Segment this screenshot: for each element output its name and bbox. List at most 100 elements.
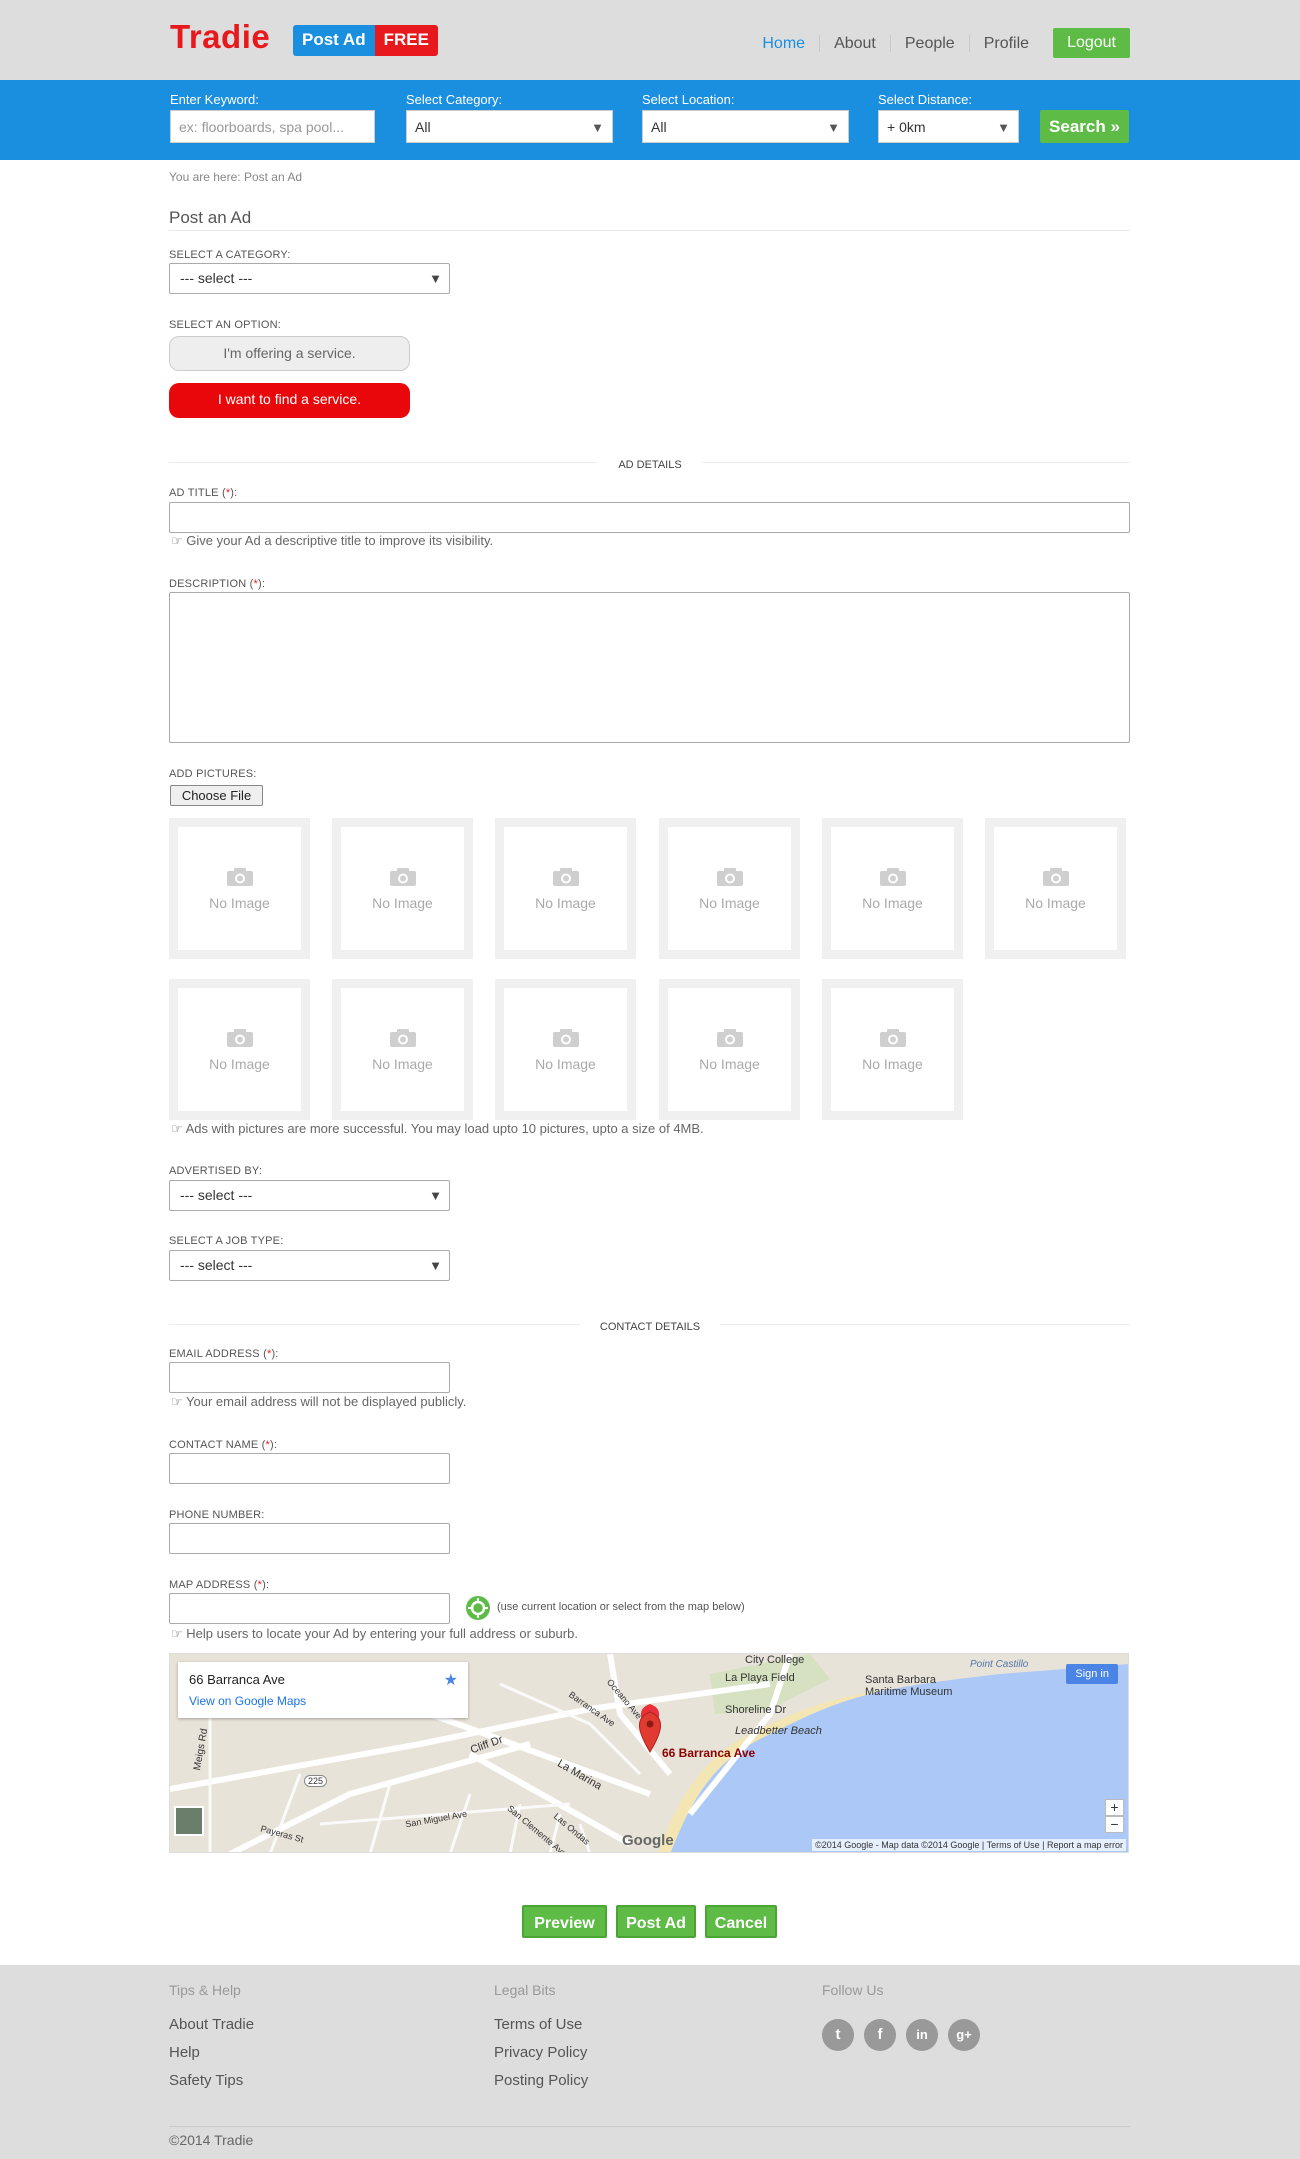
picture-slot[interactable]: No Image	[495, 818, 636, 959]
no-image-label: No Image	[862, 895, 923, 911]
select-option-label: SELECT AN OPTION:	[169, 319, 282, 331]
distance-select-value: + 0km	[887, 119, 926, 135]
picture-slot-inner: No Image	[178, 827, 301, 950]
footer-link-privacy[interactable]: Privacy Policy	[494, 2044, 587, 2061]
picture-slot[interactable]: No Image	[659, 818, 800, 959]
camera-icon	[879, 867, 907, 887]
search-button[interactable]: Search »	[1040, 110, 1129, 143]
no-image-label: No Image	[862, 1056, 923, 1072]
picture-slot[interactable]: No Image	[169, 979, 310, 1120]
hand-point-icon: ☞	[171, 1121, 183, 1136]
picture-slot-inner: No Image	[994, 827, 1117, 950]
post-ad-label: Post Ad	[293, 25, 375, 56]
current-location-icon[interactable]	[465, 1595, 491, 1621]
nav-people[interactable]: People	[891, 34, 970, 52]
label-close: ):	[257, 578, 266, 590]
job-type-label: SELECT A JOB TYPE:	[169, 1235, 284, 1247]
picture-slot-inner: No Image	[831, 827, 954, 950]
location-select[interactable]: All ▼	[642, 110, 849, 143]
zoom-out-button[interactable]: −	[1105, 1816, 1124, 1833]
description-textarea[interactable]	[169, 592, 1130, 743]
map-address-label: MAP ADDRESS (*):	[169, 1579, 269, 1591]
advertised-by-dropdown[interactable]: --- select --- ▼	[169, 1180, 450, 1211]
map-label-leadbetter: Leadbetter Beach	[735, 1725, 822, 1737]
find-service-button[interactable]: I want to find a service.	[169, 383, 410, 418]
picture-slot[interactable]: No Image	[822, 818, 963, 959]
map-address-hint: (use current location or select from the…	[497, 1601, 745, 1613]
picture-slot[interactable]: No Image	[985, 818, 1126, 959]
page-title: Post an Ad	[169, 208, 252, 227]
select-category-label: SELECT A CATEGORY:	[169, 249, 291, 261]
map-route-shield: 225	[304, 1775, 328, 1787]
nav-home[interactable]: Home	[748, 34, 821, 52]
contact-details-heading-wrap: CONTACT DETAILS	[0, 1317, 1300, 1335]
map-address-field[interactable]	[169, 1593, 450, 1624]
distance-select[interactable]: + 0km ▼	[878, 110, 1019, 143]
nav-about[interactable]: About	[820, 34, 891, 52]
footer-link-about[interactable]: About Tradie	[169, 2016, 254, 2033]
footer-link-safety[interactable]: Safety Tips	[169, 2072, 243, 2089]
picture-slot[interactable]: No Image	[169, 818, 310, 959]
hand-point-icon: ☞	[171, 1626, 183, 1641]
google-plus-icon[interactable]: g+	[948, 2019, 980, 2051]
picture-slot[interactable]: No Image	[822, 979, 963, 1120]
location-label: Select Location:	[642, 92, 735, 107]
map-label-la-playa: La Playa Field	[725, 1672, 795, 1684]
hand-point-icon: ☞	[171, 1394, 183, 1409]
camera-icon	[716, 1028, 744, 1048]
map-place-name: 66 Barranca Ave	[189, 1672, 285, 1687]
picture-slot-inner: No Image	[504, 988, 627, 1111]
offering-service-button[interactable]: I'm offering a service.	[169, 336, 410, 371]
camera-icon	[716, 867, 744, 887]
chevron-down-icon: ▼	[429, 1188, 442, 1203]
category-dropdown[interactable]: --- select --- ▼	[169, 263, 450, 294]
preview-button[interactable]: Preview	[522, 1905, 607, 1938]
nav-profile[interactable]: Profile	[970, 35, 1043, 52]
picture-slot-inner: No Image	[178, 988, 301, 1111]
twitter-icon[interactable]: t	[822, 2019, 854, 2051]
email-field[interactable]	[169, 1362, 450, 1393]
picture-slot[interactable]: No Image	[332, 818, 473, 959]
facebook-icon[interactable]: f	[864, 2019, 896, 2051]
choose-file-button[interactable]: Choose File	[170, 785, 263, 806]
post-ad-free-button[interactable]: Post Ad FREE	[293, 25, 438, 56]
camera-icon	[552, 867, 580, 887]
contact-details-heading: CONTACT DETAILS	[579, 1321, 721, 1333]
keyword-input[interactable]: ex: floorboards, spa pool...	[170, 110, 375, 143]
ad-title-label-text: AD TITLE (	[169, 487, 226, 499]
ad-title-label: AD TITLE (*):	[169, 487, 237, 499]
category-select[interactable]: All ▼	[406, 110, 613, 143]
zoom-in-button[interactable]: +	[1105, 1799, 1124, 1816]
post-ad-button[interactable]: Post Ad	[616, 1905, 696, 1938]
email-label-text: EMAIL ADDRESS (	[169, 1348, 267, 1360]
picture-slot-inner: No Image	[341, 827, 464, 950]
advertised-by-value: --- select ---	[180, 1187, 253, 1203]
map-label-city-college: City College	[745, 1654, 805, 1666]
footer-link-posting[interactable]: Posting Policy	[494, 2072, 588, 2089]
ad-title-input[interactable]	[169, 502, 1130, 533]
picture-slot[interactable]: No Image	[659, 979, 800, 1120]
job-type-dropdown[interactable]: --- select --- ▼	[169, 1250, 450, 1281]
picture-slot-inner: No Image	[341, 988, 464, 1111]
linkedin-icon[interactable]: in	[906, 2019, 938, 2051]
cancel-button[interactable]: Cancel	[705, 1905, 777, 1938]
chevron-down-icon: ▼	[429, 1258, 442, 1273]
contact-name-field[interactable]	[169, 1453, 450, 1484]
picture-slot[interactable]: No Image	[495, 979, 636, 1120]
phone-field[interactable]	[169, 1523, 450, 1554]
logout-button[interactable]: Logout	[1053, 28, 1130, 58]
view-on-google-maps-link[interactable]: View on Google Maps	[189, 1694, 306, 1708]
site-logo[interactable]: Tradie	[170, 18, 270, 56]
picture-slot[interactable]: No Image	[332, 979, 473, 1120]
google-map[interactable]: 66 Barranca Ave City College La Playa Fi…	[169, 1653, 1129, 1853]
chevron-down-icon: ▼	[429, 271, 442, 286]
satellite-toggle[interactable]	[174, 1806, 204, 1836]
footer-link-help[interactable]: Help	[169, 2044, 200, 2061]
footer-legal-title: Legal Bits	[494, 1982, 556, 1998]
camera-icon	[226, 867, 254, 887]
footer-link-terms[interactable]: Terms of Use	[494, 2016, 582, 2033]
map-sign-in-button[interactable]: Sign in	[1066, 1664, 1118, 1684]
no-image-label: No Image	[535, 1056, 596, 1072]
star-icon[interactable]: ★	[444, 1670, 458, 1690]
chevron-down-icon: ▼	[591, 120, 604, 135]
